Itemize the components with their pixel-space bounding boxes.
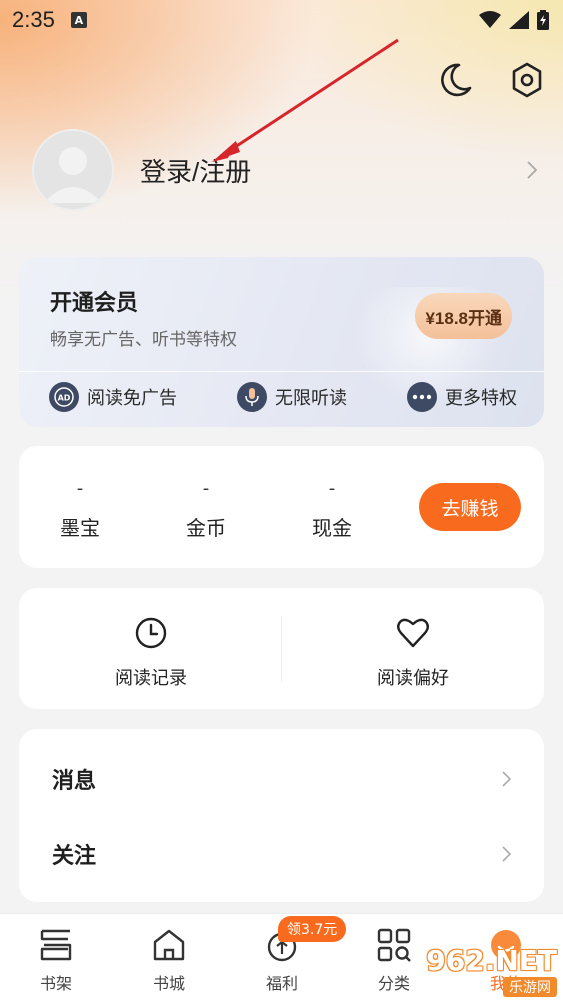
asset-value: - <box>76 478 84 499</box>
perk-label: 更多特权 <box>445 388 517 409</box>
battery-icon <box>537 10 549 30</box>
night-mode-icon[interactable] <box>439 62 473 98</box>
watermark-text: 962.NET <box>426 944 557 977</box>
category-icon <box>377 928 411 962</box>
reading-card: 阅读记录 阅读偏好 <box>19 588 544 709</box>
menu-item-messages[interactable]: 消息 <box>19 741 544 816</box>
menu-label: 消息 <box>52 768 97 794</box>
vip-divider <box>19 371 544 372</box>
wifi-icon <box>479 11 501 28</box>
tab-label: 书城 <box>152 974 185 993</box>
asset-value: - <box>202 478 210 499</box>
top-actions <box>439 62 543 98</box>
divider <box>281 616 282 682</box>
perk-label: 阅读免广告 <box>87 388 177 409</box>
chevron-right-icon <box>527 161 538 179</box>
welfare-badge: 领3.7元 <box>278 916 347 942</box>
watermark-logo: 962.NET 乐游网 <box>417 944 557 1000</box>
perk-more[interactable]: 更多特权 <box>407 382 517 412</box>
assets-card: - 墨宝 - 金币 - 现金 去赚钱 <box>19 446 544 568</box>
more-dots-icon <box>407 382 437 412</box>
vip-subtitle: 畅享无广告、听书等特权 <box>50 330 237 350</box>
perk-no-ads[interactable]: AD 阅读免广告 <box>49 382 177 412</box>
asset-mobao[interactable]: - 墨宝 <box>35 478 125 541</box>
perk-label: 无限听读 <box>275 388 347 409</box>
asset-label: 墨宝 <box>60 516 100 540</box>
signal-icon <box>509 11 529 29</box>
avatar-placeholder-icon <box>44 147 102 203</box>
vip-title: 开通会员 <box>50 291 139 316</box>
preference-label: 阅读偏好 <box>377 668 449 689</box>
bookshelf-icon <box>40 929 72 961</box>
asset-cash[interactable]: - 现金 <box>287 478 377 541</box>
ad-icon: AD <box>49 382 79 412</box>
notification-icon: A <box>70 12 87 28</box>
svg-text:AD: AD <box>58 394 71 403</box>
tab-label: 福利 <box>265 974 298 993</box>
login-row[interactable]: 登录/注册 <box>32 128 542 212</box>
menu-card: 消息 关注 <box>19 729 544 902</box>
chevron-right-icon <box>502 845 512 862</box>
avatar[interactable] <box>32 129 114 211</box>
asset-value: - <box>328 478 336 499</box>
reading-history[interactable]: 阅读记录 <box>51 616 251 690</box>
chevron-right-icon <box>502 770 512 787</box>
tab-label: 书架 <box>39 974 72 993</box>
vip-open-button[interactable]: ¥18.8开通 <box>415 293 512 339</box>
asset-coins[interactable]: - 金币 <box>161 478 251 541</box>
watermark-subtext: 乐游网 <box>503 977 557 997</box>
perk-unlimited-listen[interactable]: 无限听读 <box>237 382 347 412</box>
status-time: 2:35 <box>12 7 55 32</box>
reading-preference[interactable]: 阅读偏好 <box>313 616 513 690</box>
clock-icon <box>135 617 167 649</box>
tab-bookstore[interactable]: 书城 <box>129 928 209 994</box>
status-icons <box>479 10 549 30</box>
settings-icon[interactable] <box>511 62 543 98</box>
status-bar: 2:35 A <box>0 0 563 40</box>
microphone-icon <box>237 382 267 412</box>
menu-item-follows[interactable]: 关注 <box>19 816 544 891</box>
earn-money-button[interactable]: 去赚钱 <box>419 483 521 531</box>
asset-label: 现金 <box>312 516 352 540</box>
history-label: 阅读记录 <box>115 668 187 689</box>
heart-icon <box>397 618 429 648</box>
tab-bookshelf[interactable]: 书架 <box>16 928 96 994</box>
login-register-label[interactable]: 登录/注册 <box>140 152 251 189</box>
vip-card[interactable]: 开通会员 畅享无广告、听书等特权 ¥18.8开通 AD 阅读免广告 无限听读 更… <box>19 257 544 427</box>
asset-label: 金币 <box>186 516 226 540</box>
vip-perks: AD 阅读免广告 无限听读 更多特权 <box>49 382 517 412</box>
menu-label: 关注 <box>52 843 97 869</box>
home-icon <box>153 929 185 961</box>
